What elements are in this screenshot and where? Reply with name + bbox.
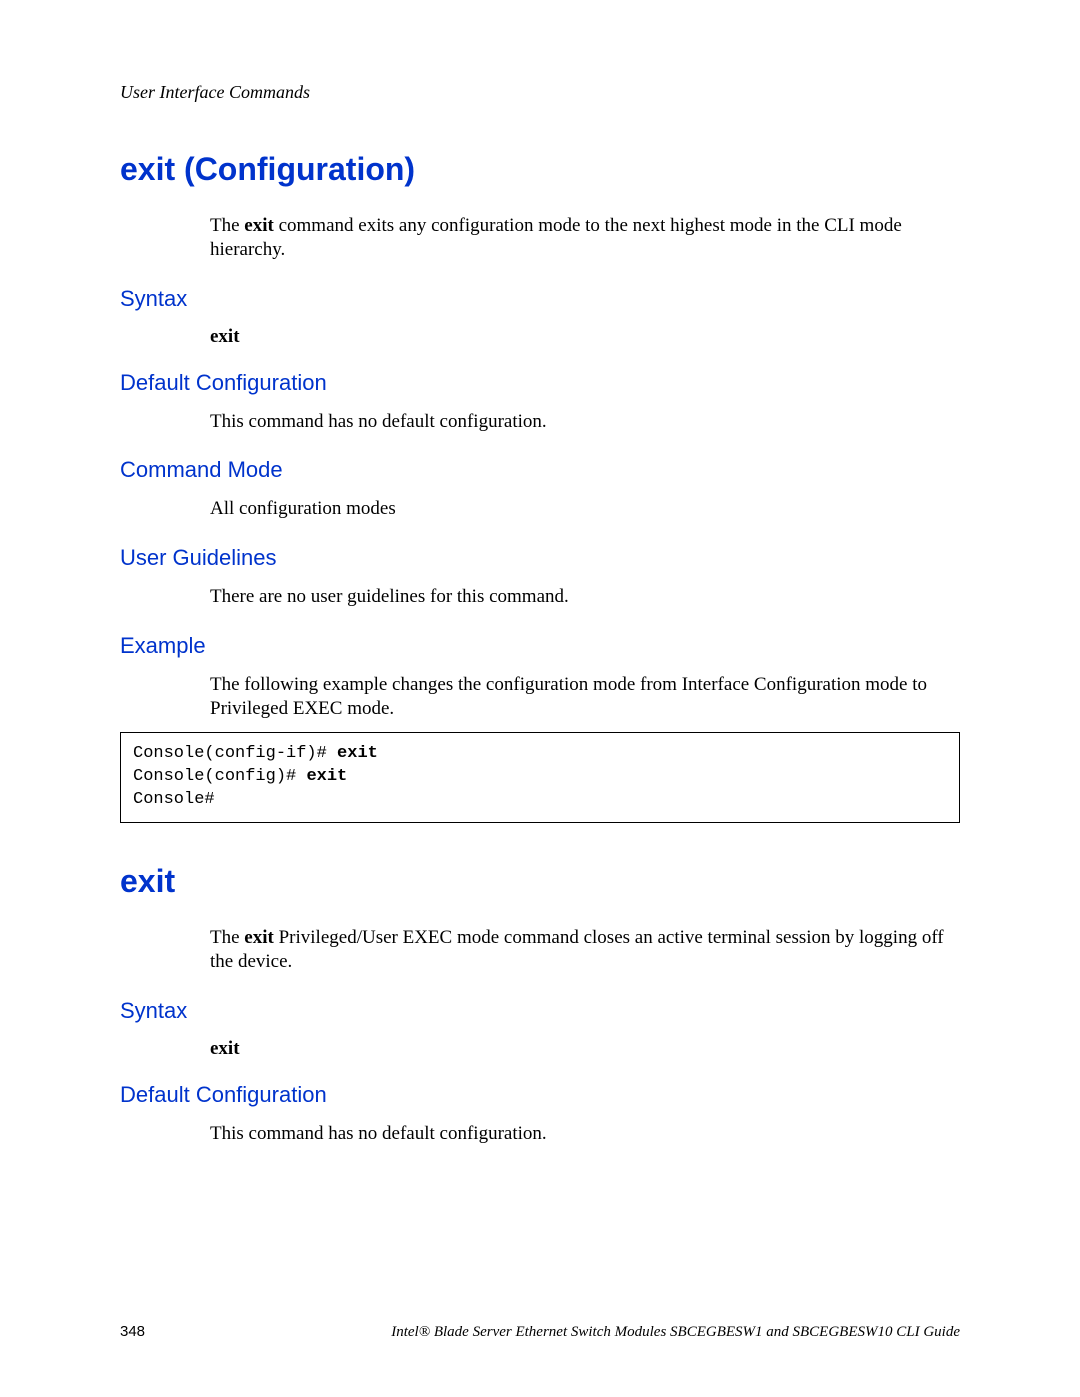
command-title-exit: exit (120, 863, 960, 900)
intro-text-pre: The (210, 215, 244, 236)
default-config-body-2: This command has no default configuratio… (210, 1122, 960, 1146)
intro-paragraph: The exit command exits any configuration… (210, 214, 960, 262)
command-mode-heading: Command Mode (120, 457, 960, 483)
example-body: The following example changes the config… (210, 673, 960, 721)
intro-paragraph-2: The exit Privileged/User EXEC mode comma… (210, 926, 960, 974)
example-code-block: Console(config-if)# exit Console(config)… (120, 732, 960, 823)
intro-text-bold-2: exit (244, 927, 274, 948)
user-guidelines-body: There are no user guidelines for this co… (210, 585, 960, 609)
intro-text-pre-2: The (210, 927, 244, 948)
intro-text-post: command exits any configuration mode to … (210, 215, 902, 260)
page-footer: 348 Intel® Blade Server Ethernet Switch … (120, 1323, 960, 1341)
intro-text-bold: exit (244, 215, 274, 236)
default-config-heading-2: Default Configuration (120, 1082, 960, 1108)
syntax-heading-2: Syntax (120, 998, 960, 1024)
command-mode-body: All configuration modes (210, 497, 960, 521)
syntax-heading: Syntax (120, 286, 960, 312)
guide-title: Intel® Blade Server Ethernet Switch Modu… (391, 1324, 960, 1341)
default-config-heading: Default Configuration (120, 370, 960, 396)
command-title-exit-configuration: exit (Configuration) (120, 151, 960, 188)
code-prompt-2: Console(config)# (133, 767, 306, 786)
user-guidelines-heading: User Guidelines (120, 545, 960, 571)
example-heading: Example (120, 633, 960, 659)
syntax-keyword: exit (210, 326, 960, 348)
page-number: 348 (120, 1323, 145, 1340)
running-header: User Interface Commands (120, 82, 960, 103)
document-page: User Interface Commands exit (Configurat… (0, 0, 1080, 1397)
syntax-keyword-2: exit (210, 1038, 960, 1060)
default-config-body: This command has no default configuratio… (210, 410, 960, 434)
code-cmd-1: exit (337, 744, 378, 763)
code-line-3: Console# (133, 790, 215, 809)
intro-text-post-2: Privileged/User EXEC mode command closes… (210, 927, 944, 972)
code-cmd-2: exit (306, 767, 347, 786)
code-prompt-1: Console(config-if)# (133, 744, 337, 763)
